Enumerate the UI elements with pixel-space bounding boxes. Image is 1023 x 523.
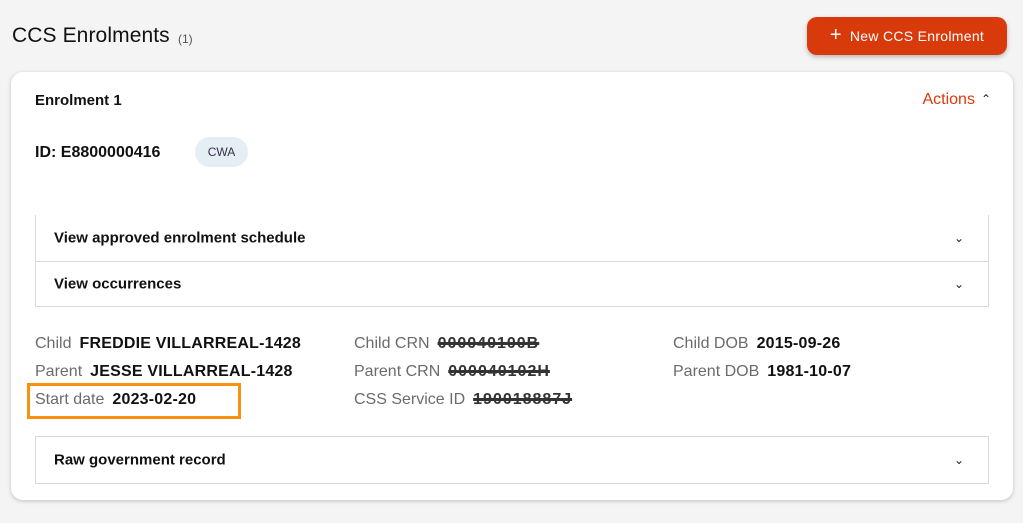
accordion-occurrences[interactable]: View occurrences ⌄ [35,261,989,307]
field-value: 2015-09-26 [756,335,841,352]
new-ccs-enrolment-label: New CCS Enrolment [849,28,985,44]
chevron-down-icon: ⌄ [953,453,964,467]
plus-icon: + [829,24,842,46]
field-label: Child [35,335,72,352]
status-badge: CWA [195,137,248,167]
field-parent-dob: Parent DOB 1981-10-07 [673,363,851,381]
field-value: 1981-10-07 [767,363,852,380]
field-child-crn: Child CRN 000040100B [354,335,539,353]
field-value: 000040100B [437,335,540,352]
enrolment-count: (1) [178,32,193,46]
field-service-id: CSS Service ID 190018887J [354,391,572,409]
page-title: CCS Enrolments [12,24,170,47]
field-label: Parent DOB [673,363,760,380]
field-value: 190018887J [473,391,573,408]
accordion-raw-government-record[interactable]: Raw government record ⌄ [35,436,989,484]
new-ccs-enrolment-button[interactable]: + New CCS Enrolment [807,17,1007,55]
field-value: JESSE VILLARREAL-1428 [90,363,293,380]
field-value: FREDDIE VILLARREAL-1428 [79,335,301,352]
page-header: CCS Enrolments (1) + New CCS Enrolment [0,0,1023,66]
chevron-up-icon: ⌃ [980,92,991,106]
field-label: Child CRN [354,335,430,352]
field-value: 000040102H [448,363,550,380]
start-date-highlight [27,383,241,419]
field-label: Parent CRN [354,363,441,380]
field-child: Child FREDDIE VILLARREAL-1428 [35,335,301,353]
accordion-label: View approved enrolment schedule [54,229,306,247]
accordion-label: Raw government record [54,451,226,469]
actions-label: Actions [922,91,975,108]
field-label: Parent [35,363,83,380]
chevron-down-icon: ⌄ [953,231,964,245]
field-parent-crn: Parent CRN 000040102H [354,363,550,381]
chevron-down-icon: ⌄ [953,277,964,291]
enrolment-card: Enrolment 1 Actions ⌃ ID: E8800000416 CW… [11,72,1013,500]
enrolment-title: Enrolment 1 [35,92,122,109]
field-child-dob: Child DOB 2015-09-26 [673,335,840,353]
field-label: Child DOB [673,335,749,352]
field-parent: Parent JESSE VILLARREAL-1428 [35,363,293,381]
accordion-label: View occurrences [54,275,182,293]
accordion-approved-schedule[interactable]: View approved enrolment schedule ⌄ [35,215,989,262]
actions-menu-button[interactable]: Actions ⌃ [922,91,991,109]
enrolment-id: ID: E8800000416 [35,144,161,161]
field-label: CSS Service ID [354,391,466,408]
